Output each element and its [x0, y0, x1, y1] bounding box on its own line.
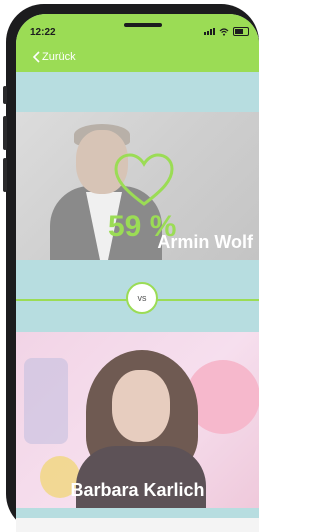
wifi-icon — [219, 27, 229, 36]
side-button — [3, 158, 7, 192]
vs-badge[interactable]: vs — [126, 282, 158, 314]
back-chevron-icon — [32, 51, 40, 63]
candidate-card-bottom[interactable]: Barbara Karlich — [16, 332, 259, 508]
notch — [124, 23, 162, 27]
top-band — [16, 72, 259, 112]
signal-icon — [204, 28, 215, 35]
side-button — [3, 116, 7, 150]
screen: 12:22 Zurück Armin Wolf 59 % vs Barbara … — [16, 14, 259, 532]
vs-label: vs — [137, 293, 147, 303]
side-button — [3, 86, 7, 104]
candidate-name: Barbara Karlich — [70, 480, 205, 500]
back-button[interactable]: Zurück — [32, 51, 76, 63]
back-label: Zurück — [42, 51, 76, 63]
status-icons — [204, 27, 249, 36]
bottom-strip — [16, 518, 259, 532]
status-time: 12:22 — [30, 27, 56, 38]
top-bar: 12:22 Zurück — [16, 14, 259, 72]
vote-percentage: 59 % — [108, 210, 177, 243]
heart-icon — [114, 153, 174, 206]
battery-icon — [233, 27, 249, 36]
